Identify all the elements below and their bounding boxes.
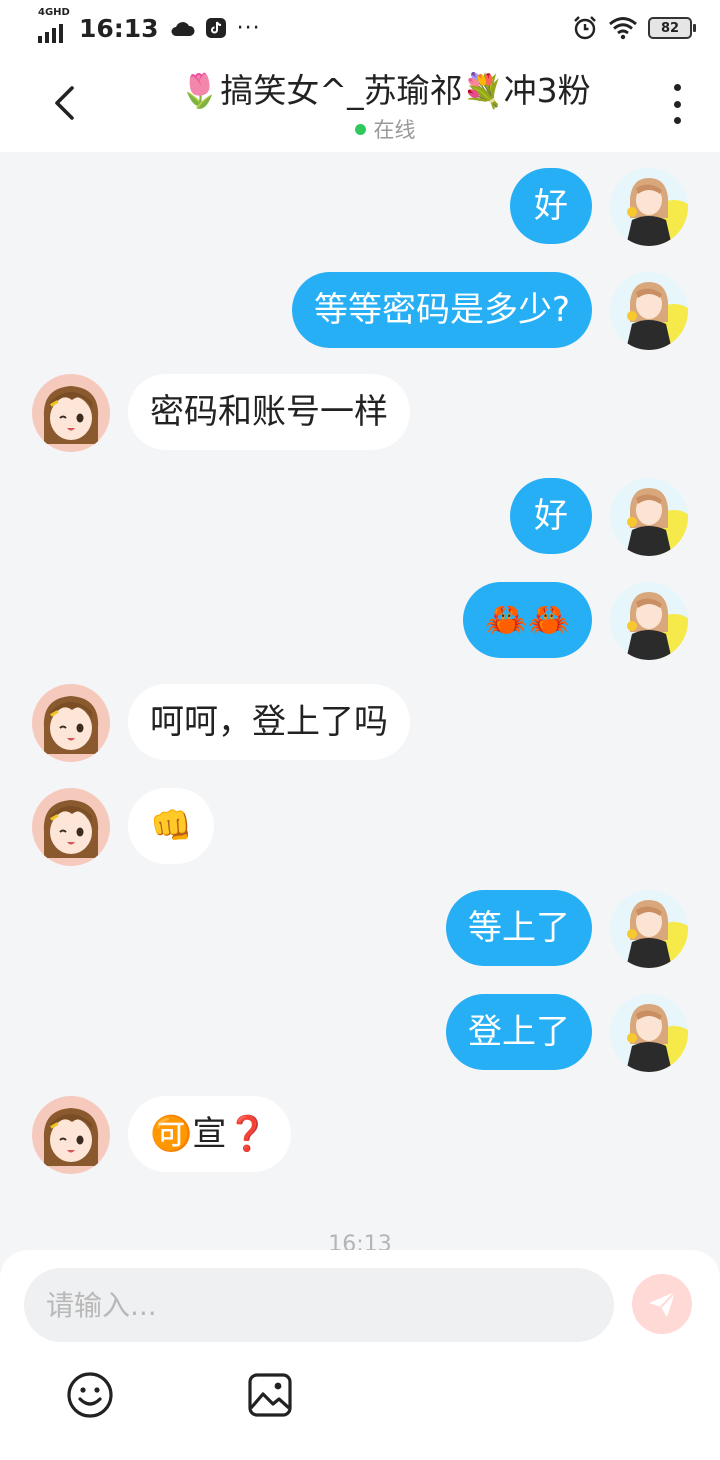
contact-avatar[interactable] — [32, 1096, 110, 1174]
contact-avatar[interactable] — [32, 788, 110, 866]
chat-header: 🌷搞笑女^_苏瑜祁💐冲3粉 在线 — [0, 56, 720, 152]
my-avatar[interactable] — [610, 994, 688, 1072]
message-bubble[interactable]: 🦀🦀 — [463, 582, 592, 658]
message-bubble[interactable]: 等上了 — [446, 890, 592, 966]
message-row: 密码和账号一样 — [0, 374, 720, 454]
status-bar-right: 82 — [572, 15, 696, 41]
my-avatar[interactable] — [610, 168, 688, 246]
message-bubble[interactable]: 👊 — [128, 788, 215, 864]
message-list[interactable]: 好 等等密码是多少? 密码和账号一样 好 🦀🦀 呵呵，登上了吗 👊 等上了 登上… — [0, 152, 720, 1252]
message-row: 好 — [0, 168, 720, 248]
cloud-icon — [171, 22, 195, 36]
back-button[interactable] — [44, 78, 84, 128]
contact-avatar[interactable] — [32, 374, 110, 452]
image-button[interactable] — [245, 1370, 295, 1420]
message-row: 等等密码是多少? — [0, 272, 720, 352]
message-row: 👊 — [0, 788, 720, 868]
chat-title-area[interactable]: 🌷搞笑女^_苏瑜祁💐冲3粉 在线 — [140, 64, 630, 144]
contact-name: 🌷搞笑女^_苏瑜祁💐冲3粉 — [179, 71, 591, 110]
more-vertical-icon — [673, 84, 681, 91]
emoji-button[interactable] — [65, 1370, 115, 1420]
back-arrow-icon — [55, 86, 74, 120]
send-button[interactable] — [632, 1274, 692, 1334]
message-row: 🉑宣❓ — [0, 1096, 720, 1176]
message-bubble[interactable]: 呵呵，登上了吗 — [128, 684, 410, 760]
tiktok-icon — [205, 18, 226, 38]
my-avatar[interactable] — [610, 890, 688, 968]
message-row: 登上了 — [0, 994, 720, 1074]
status-bar: 4GHD 16:13 ··· 82 — [0, 0, 720, 56]
network-type: 4GHD — [38, 7, 70, 18]
contact-avatar[interactable] — [32, 684, 110, 762]
signal-icon: 4GHD — [38, 7, 70, 43]
more-options-button[interactable] — [670, 84, 684, 124]
composer — [0, 1250, 720, 1460]
online-status: 在线 — [140, 114, 630, 144]
message-bubble[interactable]: 好 — [510, 168, 592, 244]
message-bubble[interactable]: 密码和账号一样 — [128, 374, 410, 450]
alarm-icon — [574, 16, 596, 40]
image-icon — [248, 1373, 292, 1417]
message-row: 等上了 — [0, 890, 720, 970]
message-input[interactable] — [24, 1268, 614, 1342]
message-bubble[interactable]: 登上了 — [446, 994, 592, 1070]
time-separator: 16:13 — [328, 1232, 392, 1252]
send-icon — [649, 1291, 676, 1317]
status-time: 16:13 — [79, 13, 159, 43]
wifi-icon — [609, 17, 637, 40]
my-avatar[interactable] — [610, 478, 688, 556]
battery-level: 82 — [660, 20, 680, 36]
message-bubble[interactable]: 好 — [510, 478, 592, 554]
my-avatar[interactable] — [610, 272, 688, 350]
online-dot-icon — [354, 124, 366, 135]
battery-indicator: 82 — [648, 17, 696, 39]
message-row: 呵呵，登上了吗 — [0, 684, 720, 764]
message-bubble[interactable]: 🉑宣❓ — [128, 1096, 291, 1172]
my-avatar[interactable] — [610, 582, 688, 660]
status-bar-left: 4GHD 16:13 ··· — [38, 7, 261, 43]
emoji-icon — [67, 1372, 113, 1418]
chat-screen: 4GHD 16:13 ··· 82 🌷搞笑女^_苏瑜祁💐冲3粉 在线 好 等等密… — [0, 0, 720, 1460]
message-bubble[interactable]: 等等密码是多少? — [291, 272, 592, 348]
message-row: 好 — [0, 478, 720, 558]
message-row: 🦀🦀 — [0, 582, 720, 662]
more-notifications-icon: ··· — [236, 15, 261, 41]
online-status-text: 在线 — [373, 118, 416, 142]
